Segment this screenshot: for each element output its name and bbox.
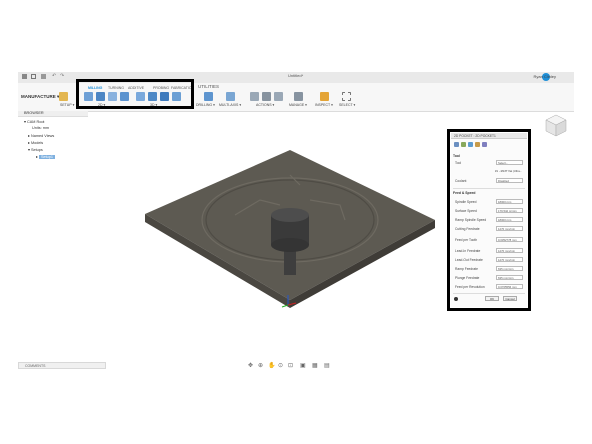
user-name[interactable]: Ryan Clinley: [534, 74, 556, 79]
spindle-speed-field[interactable]: 18000 rpm: [496, 199, 523, 204]
tool-section-header[interactable]: Tool: [453, 154, 460, 158]
surface-speed-field[interactable]: 179.542 m/min: [496, 208, 523, 213]
drilling-icon[interactable]: [204, 92, 213, 101]
browser-item-label: Units: mm: [32, 126, 50, 130]
multi-axis-label[interactable]: MULTI-AXIS ▾: [219, 103, 241, 107]
look-at-icon[interactable]: ⊕: [258, 362, 263, 369]
drilling-label[interactable]: DRILLING ▾: [196, 103, 215, 107]
cancel-button[interactable]: Cancel: [503, 296, 517, 301]
display-settings-icon[interactable]: ▣: [300, 362, 306, 369]
multi-axis-icon[interactable]: [226, 92, 235, 101]
save-icon[interactable]: [41, 74, 46, 79]
post-process-icon[interactable]: [262, 92, 271, 101]
feed-per-revolution-field[interactable]: 0.0705556 mm: [496, 284, 523, 289]
comments-label: COMMENTS: [25, 364, 46, 368]
tool-tab-icon[interactable]: [454, 142, 459, 147]
feed-per-tooth-field[interactable]: 0.0352778 mm: [496, 237, 523, 242]
cutting-feedrate-label: Cutting Feedrate: [455, 227, 480, 231]
view-cube[interactable]: [545, 114, 567, 138]
linking-tab-icon[interactable]: [482, 142, 487, 147]
info-icon[interactable]: [454, 297, 458, 301]
browser-item-label: Named Views: [30, 134, 55, 138]
browser-title: BROWSER: [24, 111, 44, 115]
orbit-icon[interactable]: ✥: [248, 362, 253, 369]
simulate-icon[interactable]: [250, 92, 259, 101]
browser-item-named-views[interactable]: ▸ Named Views: [28, 133, 54, 139]
passes-tab-icon[interactable]: [475, 142, 480, 147]
divider: [453, 293, 525, 294]
pan-icon[interactable]: ✋: [268, 362, 275, 369]
lead-out-feedrate-label: Lead-Out Feedrate: [455, 258, 483, 262]
feed-per-revolution-label: Feed per Revolution: [455, 285, 485, 289]
grid-icon[interactable]: ▦: [312, 362, 318, 369]
measure-icon[interactable]: [320, 92, 329, 101]
inspect-label[interactable]: INSPECT ▾: [315, 103, 333, 107]
coolant-label: Coolant: [455, 179, 467, 183]
navigation-bar: ✥ ⊕ ✋ ⊙ ⊡ ▣ ▦ ▤: [248, 362, 340, 369]
browser-item-label: CAM Root: [26, 120, 45, 124]
ramp-feedrate-field[interactable]: 635 mm/min: [496, 266, 523, 271]
toolbar-highlight-box: [76, 79, 194, 109]
browser-header[interactable]: BROWSER: [18, 111, 88, 117]
feed-speed-section-header[interactable]: Feed & Speed: [453, 191, 475, 195]
zoom-window-icon[interactable]: ⊡: [288, 362, 293, 369]
ramp-spindle-speed-label: Ramp Spindle Speed: [455, 218, 487, 222]
browser-item-cam-root[interactable]: ▾ CAM Root: [24, 119, 44, 125]
pocket-dialog: 2D POCKET : 2D POCKET1 Tool Tool Select.…: [451, 133, 527, 307]
lead-in-feedrate-field[interactable]: 1270 mm/min: [496, 248, 523, 253]
dialog-title: 2D POCKET : 2D POCKET1: [454, 134, 496, 138]
tab-utilities[interactable]: UTILITIES: [198, 84, 219, 89]
browser-item-setup1[interactable]: ▸ Setup1: [36, 154, 56, 160]
setup-icon[interactable]: [59, 92, 68, 101]
dialog-header: 2D POCKET : 2D POCKET1: [451, 133, 527, 139]
plunge-feedrate-field[interactable]: 635 mm/min: [496, 275, 523, 280]
browser-item-label: Setup1: [38, 155, 56, 159]
document-title: Untitled*: [288, 73, 304, 78]
browser-panel: BROWSER ▾ CAM Root Units: mm ▸ Named Vie…: [18, 111, 88, 167]
browser-item-models[interactable]: ▸ Models: [28, 140, 43, 146]
tool-library-icon[interactable]: [294, 92, 303, 101]
redo-icon[interactable]: ↷: [60, 73, 64, 79]
tool-select-button[interactable]: Select...: [496, 160, 523, 165]
workspace-switcher[interactable]: MANUFACTURE ▾: [21, 94, 59, 100]
actions-label[interactable]: ACTIONS ▾: [256, 103, 274, 107]
undo-icon[interactable]: ↶: [52, 73, 56, 79]
browser-item-label: Setups: [30, 148, 43, 152]
manage-label[interactable]: MANAGE ▾: [289, 103, 307, 107]
setup-sheet-icon[interactable]: [274, 92, 283, 101]
plunge-feedrate-label: Plunge Feedrate: [455, 276, 480, 280]
comments-bar[interactable]: COMMENTS: [18, 362, 106, 369]
model-viewport[interactable]: [140, 145, 440, 315]
browser-item-label: Models: [30, 141, 44, 145]
cutting-feedrate-field[interactable]: 1270 mm/min: [496, 226, 523, 231]
setup-label[interactable]: SETUP ▾: [60, 103, 74, 107]
tool-label: Tool: [455, 161, 462, 165]
coolant-dropdown[interactable]: Disabled: [496, 178, 523, 183]
heights-tab-icon[interactable]: [468, 142, 473, 147]
ok-button[interactable]: OK: [485, 296, 499, 301]
file-icon[interactable]: [31, 74, 36, 79]
lead-in-feedrate-label: Lead-In Feedrate: [455, 249, 481, 253]
feed-per-tooth-label: Feed per Tooth: [455, 238, 478, 242]
divider: [453, 188, 525, 189]
surface-speed-label: Surface Speed: [455, 209, 477, 213]
browser-item-setups[interactable]: ▾ Setups: [28, 147, 43, 153]
select-label[interactable]: SELECT ▾: [339, 103, 355, 107]
app-menu-icon[interactable]: [22, 74, 27, 79]
dialog-tabs: [454, 142, 489, 148]
ramp-feedrate-label: Ramp Feedrate: [455, 267, 478, 271]
lead-out-feedrate-field[interactable]: 1270 mm/min: [496, 257, 523, 262]
spindle-speed-label: Spindle Speed: [455, 200, 477, 204]
zoom-icon[interactable]: ⊙: [278, 362, 283, 369]
tool-description: #1 - Ø1/8" flat (Ultra...: [495, 169, 523, 173]
browser-item-units[interactable]: Units: mm: [32, 126, 49, 132]
geometry-tab-icon[interactable]: [461, 142, 466, 147]
select-icon[interactable]: [342, 92, 351, 101]
ramp-spindle-speed-field[interactable]: 18000 rpm: [496, 217, 523, 222]
viewports-icon[interactable]: ▤: [324, 362, 330, 369]
